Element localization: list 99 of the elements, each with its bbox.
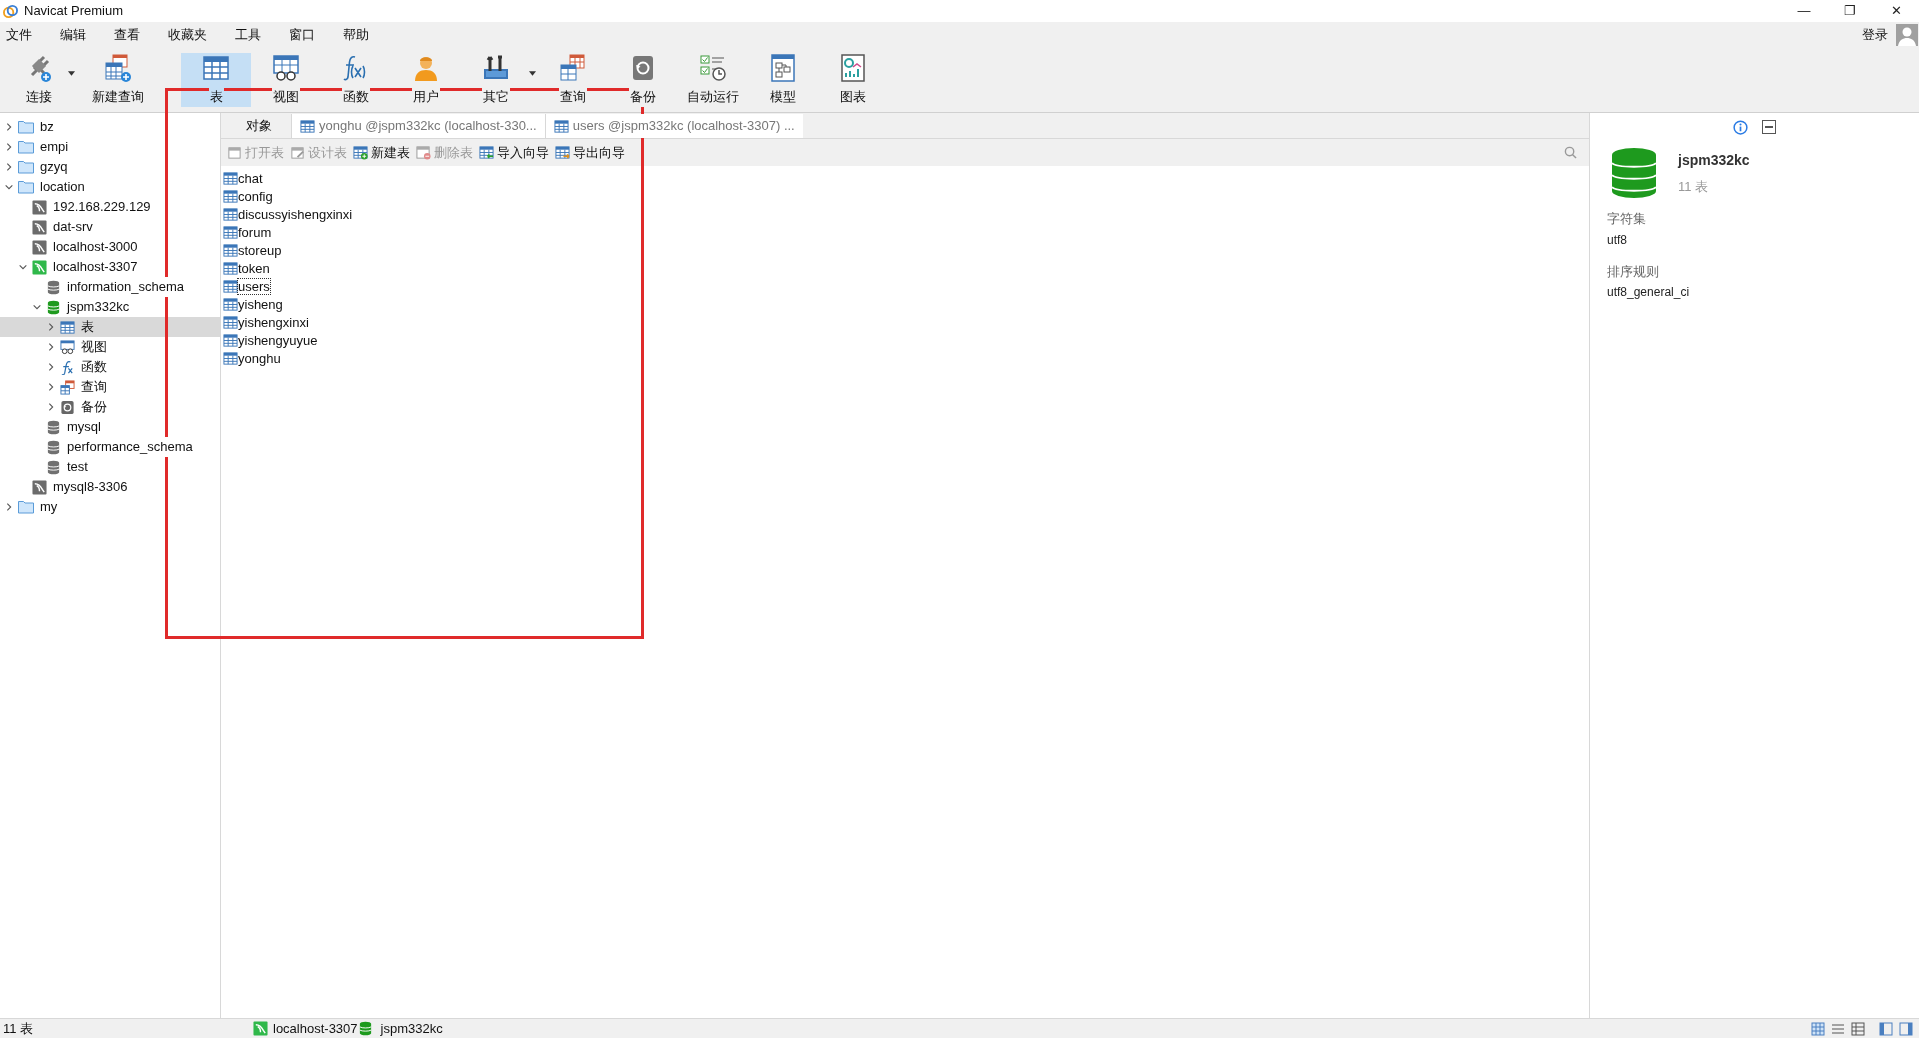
- view-icon: [60, 339, 75, 355]
- menu-item[interactable]: 窗口: [281, 25, 323, 45]
- function-icon: [60, 359, 75, 375]
- model-icon: [768, 53, 798, 84]
- table-icon: [300, 118, 315, 134]
- database-icon: [1610, 147, 1658, 199]
- toolbar-button[interactable]: 其它: [461, 53, 531, 107]
- toolbar-button[interactable]: 视图: [251, 53, 321, 107]
- restore-button[interactable]: ❐: [1827, 0, 1873, 22]
- status-count: 11 表: [3, 1019, 35, 1038]
- table-icon: [553, 118, 569, 134]
- query-icon: [60, 379, 75, 395]
- folder-icon: [18, 160, 34, 174]
- collapse-icon[interactable]: [18, 262, 28, 272]
- tab[interactable]: users @jspm332kc (localhost-3307) ...: [544, 114, 803, 138]
- dropdown-arrow-icon[interactable]: [68, 70, 75, 76]
- tree-item[interactable]: performance_schema: [67, 437, 194, 457]
- table-icon: [227, 145, 242, 160]
- server-icon: [253, 1021, 268, 1036]
- toolbar-button[interactable]: 备份: [608, 53, 678, 107]
- avatar-icon[interactable]: [1896, 24, 1918, 46]
- database-name: jspm332kc: [1678, 151, 1750, 170]
- menu-item[interactable]: 编辑: [52, 25, 94, 45]
- folder-icon: [18, 140, 34, 154]
- folder-icon: [18, 180, 34, 194]
- detail-view-icon[interactable]: [1851, 1021, 1865, 1036]
- status-database: jspm332kc: [380, 1019, 443, 1038]
- toolbar-button[interactable]: 模型: [748, 53, 818, 107]
- expand-icon[interactable]: [4, 122, 14, 132]
- table-minus-icon: [416, 145, 431, 160]
- tree-item[interactable]: information_schema: [67, 277, 186, 297]
- toolbar-button[interactable]: 表: [181, 53, 251, 107]
- table-icon: [60, 319, 75, 335]
- toolbar-button[interactable]: 导入向导: [479, 142, 549, 163]
- expand-icon[interactable]: [46, 402, 56, 412]
- table-item[interactable]: forum: [238, 224, 272, 240]
- expand-icon[interactable]: [46, 322, 56, 332]
- table-item[interactable]: yisheng: [238, 296, 283, 312]
- table-item[interactable]: users: [238, 278, 270, 294]
- menu-item[interactable]: 工具: [227, 25, 269, 45]
- toolbar-button[interactable]: 用户: [391, 53, 461, 107]
- toolbar-button[interactable]: 连接: [8, 53, 70, 107]
- expand-icon[interactable]: [4, 502, 14, 512]
- expand-icon[interactable]: [46, 382, 56, 392]
- minimize-button[interactable]: —: [1781, 0, 1827, 22]
- collapse-icon[interactable]: [4, 182, 14, 192]
- table-item[interactable]: yonghu: [238, 350, 281, 366]
- status-connection: localhost-3307: [273, 1019, 358, 1038]
- backup-icon: [60, 399, 75, 415]
- table-item[interactable]: config: [238, 188, 273, 204]
- toolbar-button[interactable]: 导出向导: [555, 142, 625, 163]
- chart-icon: [838, 53, 868, 84]
- field-label: 字符集: [1607, 210, 1647, 228]
- view-icon: [271, 53, 301, 84]
- table-plus-icon: [353, 145, 368, 160]
- info-icon[interactable]: [1733, 119, 1748, 135]
- panel-left-icon[interactable]: [1879, 1021, 1893, 1036]
- expand-icon[interactable]: [46, 342, 56, 352]
- table-item[interactable]: discussyishengxinxi: [238, 206, 353, 222]
- expand-icon[interactable]: [4, 162, 14, 172]
- table-item[interactable]: yishengyuyue: [238, 332, 318, 348]
- field-label: 排序规则: [1607, 262, 1660, 281]
- folder-icon: [18, 500, 34, 514]
- dropdown-arrow-icon[interactable]: [529, 70, 536, 76]
- window-title: Navicat Premium: [24, 2, 123, 21]
- query-icon: [558, 53, 588, 84]
- toolbar-button[interactable]: 函数: [321, 53, 391, 107]
- field-value: utf8_general_ci: [1607, 284, 1691, 301]
- automation-icon: [698, 53, 728, 84]
- table-item[interactable]: storeup: [238, 242, 282, 258]
- table-icon: [290, 145, 305, 160]
- toolbar-button[interactable]: 自动运行: [678, 53, 748, 107]
- toolbar-button[interactable]: 查询: [538, 53, 608, 107]
- table-item[interactable]: token: [238, 260, 270, 276]
- menu-item[interactable]: 收藏夹: [160, 25, 215, 45]
- table-item[interactable]: chat: [238, 170, 263, 186]
- table-icon: [555, 145, 570, 160]
- toolbar-button[interactable]: 图表: [818, 53, 888, 107]
- menu-item[interactable]: 文件: [0, 25, 40, 45]
- app-logo-icon: [3, 3, 18, 19]
- toolbar-button[interactable]: 新建表: [353, 142, 410, 163]
- table-item[interactable]: yishengxinxi: [238, 314, 309, 330]
- login-link[interactable]: 登录: [1862, 25, 1888, 45]
- field-value: utf8: [1607, 231, 1628, 249]
- database-icon: [357, 1021, 373, 1036]
- expand-icon[interactable]: [46, 362, 56, 372]
- grid-view-icon[interactable]: [1811, 1021, 1825, 1036]
- collapse-icon[interactable]: [32, 302, 42, 312]
- table-icon: [479, 145, 494, 160]
- menu-item[interactable]: 帮助: [335, 25, 377, 45]
- expand-icon[interactable]: [4, 142, 14, 152]
- panel-right-icon[interactable]: [1899, 1021, 1913, 1036]
- folder-icon: [18, 120, 34, 134]
- table-count: 11 表: [1678, 178, 1710, 196]
- close-button[interactable]: ✕: [1873, 0, 1919, 22]
- menu-item[interactable]: 查看: [106, 25, 148, 45]
- new-query-icon: [103, 53, 133, 84]
- tab[interactable]: yonghu @jspm332kc (localhost-330...: [291, 114, 545, 138]
- toolbar-button[interactable]: 新建查询: [77, 53, 159, 107]
